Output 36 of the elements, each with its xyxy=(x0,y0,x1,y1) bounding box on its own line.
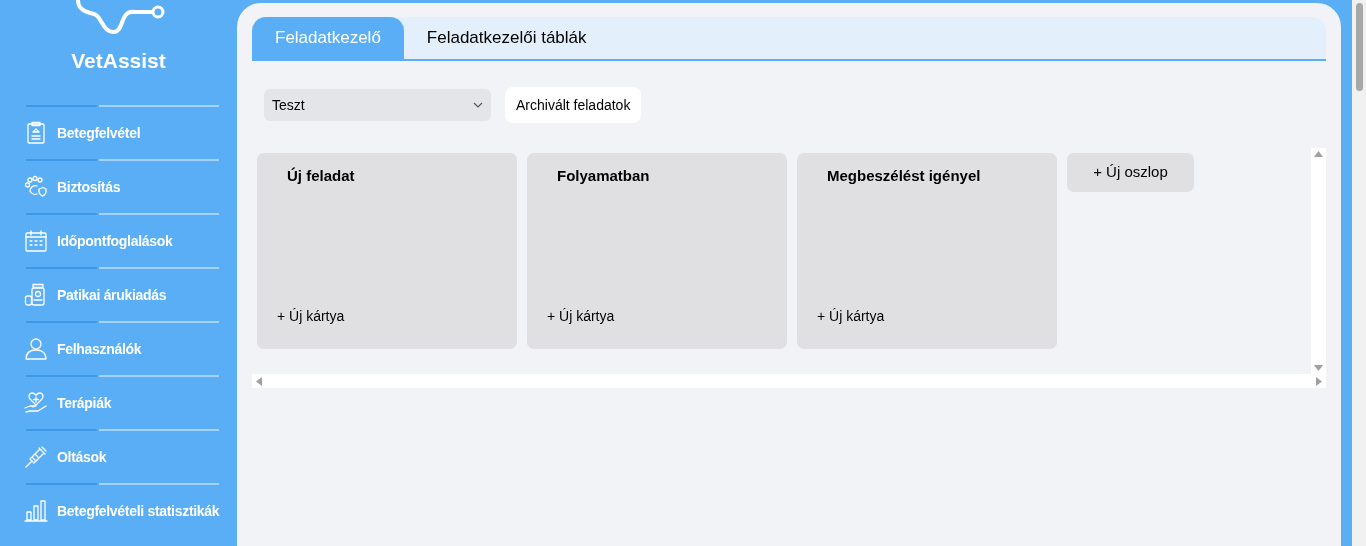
vertical-scrollbar[interactable] xyxy=(1311,148,1326,374)
sidebar-item[interactable]: Betegfelvételi statisztikák xyxy=(0,485,237,537)
sidebar-item[interactable]: Oltások xyxy=(0,431,237,483)
sidebar-item[interactable]: Terápiák xyxy=(0,377,237,429)
archived-tasks-button[interactable]: Archivált feladatok xyxy=(505,87,642,123)
app-name: VetAssist xyxy=(71,47,166,74)
scroll-right-icon xyxy=(1316,376,1322,386)
sidebar-item[interactable]: Időpontfoglalások xyxy=(0,215,237,267)
horizontal-scrollbar[interactable] xyxy=(252,374,1326,388)
clipboard-icon xyxy=(24,121,48,145)
add-card-button[interactable]: + Új kártya xyxy=(817,306,885,327)
board-select[interactable]: Teszt xyxy=(264,89,491,121)
calendar-icon xyxy=(24,229,48,253)
heart-hand-icon xyxy=(24,391,48,415)
column-title: Új feladat xyxy=(286,166,356,186)
sidebar-item[interactable]: Betegfelvétel xyxy=(0,107,237,159)
bar-chart-icon xyxy=(24,499,48,523)
add-column-button[interactable]: + Új oszlop xyxy=(1067,153,1194,192)
scroll-down-icon xyxy=(1314,365,1323,371)
scroll-left-icon xyxy=(256,376,262,386)
column-title: Folyamatban xyxy=(556,166,651,186)
scroll-up-icon xyxy=(1314,151,1323,157)
sidebar-item[interactable]: Patikai árukiadás xyxy=(0,269,237,321)
chevron-down-icon xyxy=(473,102,483,108)
column-title: Megbeszélést igényel xyxy=(826,166,982,186)
sidebar-item[interactable]: Felhasználók xyxy=(0,323,237,375)
jar-icon xyxy=(24,283,48,307)
sidebar-item[interactable]: Biztosítás xyxy=(0,161,237,213)
add-card-button[interactable]: + Új kártya xyxy=(547,306,615,327)
paw-icon xyxy=(24,175,48,199)
page-scrollbar[interactable] xyxy=(1352,0,1366,546)
tab[interactable]: Feladatkezelői táblák xyxy=(403,17,610,59)
tab[interactable]: Feladatkezelő xyxy=(252,17,404,59)
user-icon xyxy=(24,337,48,361)
syringe-icon xyxy=(24,445,48,469)
add-card-button[interactable]: + Új kártya xyxy=(277,306,345,327)
